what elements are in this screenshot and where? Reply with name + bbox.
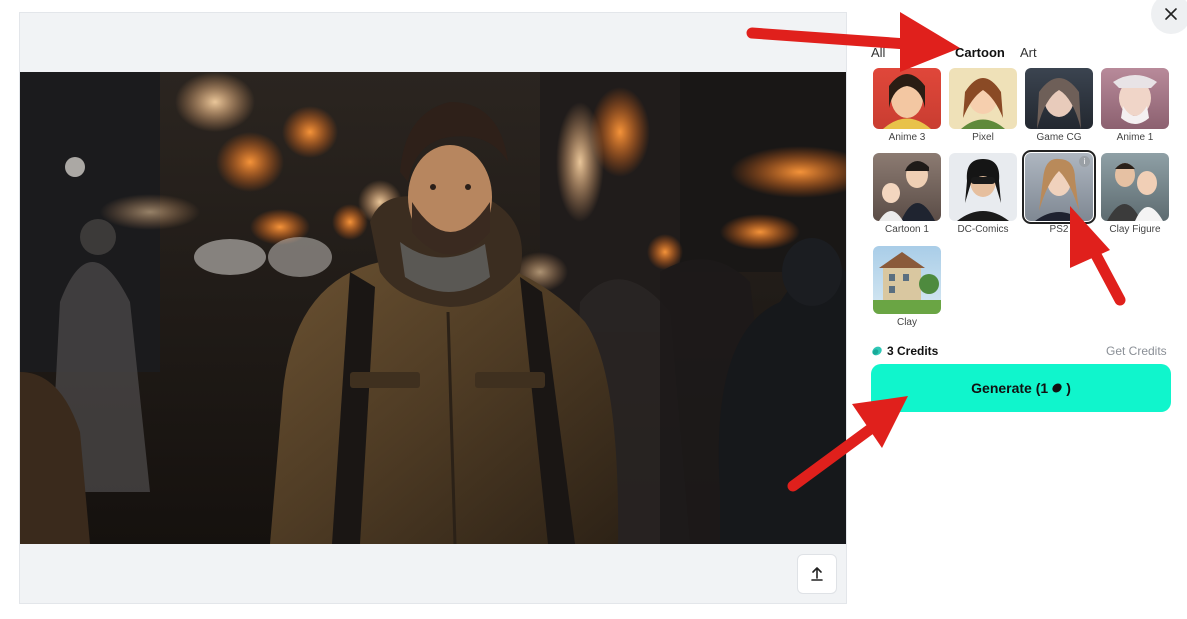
credit-coin-icon	[1052, 383, 1062, 393]
get-credits-link[interactable]: Get Credits	[1106, 344, 1167, 358]
close-icon	[1165, 8, 1177, 20]
close-button[interactable]	[1151, 0, 1187, 34]
tab-all[interactable]: All	[871, 45, 885, 60]
style-card-clay-figure[interactable]: Clay Figure	[1100, 153, 1170, 235]
style-thumbnail	[1101, 68, 1169, 129]
style-card-pixel[interactable]: Pixel	[948, 68, 1018, 143]
style-label: Cartoon 1	[885, 224, 929, 235]
style-card-clay[interactable]: Clay	[872, 246, 942, 328]
style-card-anime-1[interactable]: Anime 1	[1100, 68, 1170, 143]
style-thumbnail	[1025, 68, 1093, 129]
style-label: Clay Figure	[1109, 224, 1161, 235]
credits-amount: 3 Credits	[887, 344, 939, 358]
style-card-dc-comics[interactable]: DC-Comics	[948, 153, 1018, 235]
style-label: Game CG	[1036, 132, 1082, 143]
style-card-ps2[interactable]: i PS2	[1022, 150, 1096, 235]
style-label: PS2	[1049, 224, 1069, 235]
uploaded-photo	[20, 72, 846, 544]
style-thumbnail	[873, 153, 941, 221]
style-card-cartoon-1[interactable]: Cartoon 1	[872, 153, 942, 235]
info-icon[interactable]: i	[1079, 156, 1090, 167]
style-label: Pixel	[972, 132, 994, 143]
style-card-game-cg[interactable]: Game CG	[1024, 68, 1094, 143]
style-thumbnail	[873, 246, 941, 314]
generate-label: Generate (1	[971, 380, 1049, 396]
style-label: DC-Comics	[957, 224, 1009, 235]
style-grid: Anime 3 Pixel Game CG Anime 1 Cartoon 1 …	[871, 68, 1171, 338]
style-thumbnail	[1101, 153, 1169, 221]
style-label: Clay	[896, 317, 917, 328]
tab-art[interactable]: Art	[1020, 45, 1037, 60]
generate-button[interactable]: Generate (1 )	[871, 364, 1171, 412]
style-thumbnail: i	[1022, 150, 1096, 224]
style-thumbnail	[873, 68, 941, 129]
generate-label-suffix: )	[1066, 380, 1071, 396]
credit-coin-icon	[872, 346, 882, 356]
upload-icon	[811, 567, 823, 581]
style-label: Anime 1	[1116, 132, 1154, 143]
style-label: Anime 3	[888, 132, 926, 143]
style-thumbnail	[949, 153, 1017, 221]
tab-cartoon[interactable]: Cartoon	[955, 45, 1005, 60]
style-thumbnail	[949, 68, 1017, 129]
style-card-anime-3[interactable]: Anime 3	[872, 68, 942, 143]
upload-button[interactable]	[797, 554, 837, 594]
credits-balance: 3 Credits	[871, 344, 938, 358]
style-transfer-dialog: All Cartoon Art Anime 3 Pixel Game CG An…	[0, 0, 1187, 619]
image-preview-panel	[19, 12, 847, 604]
